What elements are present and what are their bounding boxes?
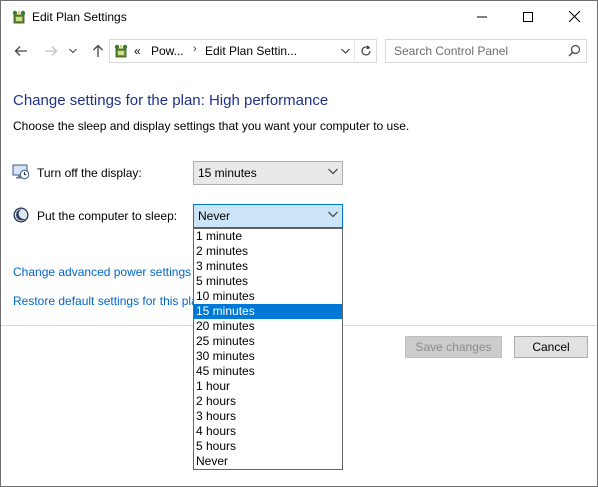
- breadcrumb-separator[interactable]: ›: [193, 43, 197, 55]
- dropdown-option[interactable]: 10 minutes: [194, 289, 342, 304]
- up-button[interactable]: [88, 41, 108, 61]
- chevron-down-icon: [328, 168, 338, 175]
- title-bar: Edit Plan Settings: [1, 1, 597, 32]
- dropdown-option[interactable]: 25 minutes: [194, 334, 342, 349]
- page-subtitle: Choose the sleep and display settings th…: [13, 119, 410, 133]
- dropdown-option[interactable]: 2 minutes: [194, 244, 342, 259]
- chevron-down-icon: [328, 211, 338, 218]
- address-dropdown-button[interactable]: [336, 40, 354, 62]
- refresh-icon: [361, 45, 371, 56]
- close-icon: [568, 11, 580, 22]
- sleep-timeout-value: Never: [198, 209, 231, 223]
- forward-arrow-icon: [45, 46, 58, 56]
- search-icon[interactable]: [568, 44, 581, 57]
- dropdown-option[interactable]: 1 minute: [194, 229, 342, 244]
- dropdown-option[interactable]: 4 hours: [194, 424, 342, 439]
- cancel-button[interactable]: Cancel: [514, 336, 588, 358]
- navigation-bar: « Pow... › Edit Plan Settin...: [1, 35, 597, 67]
- close-button[interactable]: [551, 1, 597, 32]
- sleep-timeout-label: Put the computer to sleep:: [37, 209, 178, 223]
- maximize-icon: [523, 11, 533, 22]
- maximize-button[interactable]: [505, 1, 551, 32]
- recent-locations-button[interactable]: [66, 41, 80, 61]
- chevron-down-icon: [69, 48, 77, 54]
- dropdown-option[interactable]: 1 hour: [194, 379, 342, 394]
- display-timeout-value: 15 minutes: [198, 166, 257, 180]
- dropdown-option[interactable]: Never: [194, 454, 342, 469]
- address-bar[interactable]: « Pow... › Edit Plan Settin...: [109, 39, 377, 63]
- monitor-clock-icon: [12, 163, 30, 181]
- breadcrumb-power-options[interactable]: Pow...: [151, 44, 184, 58]
- minimize-icon: [477, 16, 487, 17]
- back-arrow-icon: [14, 46, 27, 56]
- page-title: Change settings for the plan: High perfo…: [13, 92, 329, 109]
- save-changes-button[interactable]: Save changes: [405, 336, 502, 358]
- dropdown-option[interactable]: 3 hours: [194, 409, 342, 424]
- search-input[interactable]: [394, 43, 554, 58]
- control-panel-icon: [113, 43, 129, 59]
- up-arrow-icon: [93, 44, 103, 57]
- window: Edit Plan Settings « Pow... › Edit Plan …: [0, 0, 598, 487]
- power-plan-icon: [11, 9, 27, 25]
- refresh-button[interactable]: [354, 40, 377, 62]
- sleep-timeout-select[interactable]: Never: [193, 204, 343, 228]
- chevron-down-icon: [340, 48, 350, 54]
- dropdown-option[interactable]: 2 hours: [194, 394, 342, 409]
- sleep-timeout-dropdown-list: 1 minute 2 minutes 3 minutes 5 minutes 10 mi…: [193, 228, 343, 470]
- dropdown-option[interactable]: 20 minutes: [194, 319, 342, 334]
- dropdown-option[interactable]: 5 minutes: [194, 274, 342, 289]
- dropdown-option[interactable]: 30 minutes: [194, 349, 342, 364]
- display-timeout-label: Turn off the display:: [37, 166, 142, 180]
- minimize-button[interactable]: [459, 1, 505, 32]
- breadcrumb-edit-plan-settings[interactable]: Edit Plan Settin...: [205, 44, 297, 58]
- restore-defaults-link[interactable]: Restore default settings for this pla: [13, 294, 198, 308]
- back-button[interactable]: [11, 41, 31, 61]
- dropdown-option[interactable]: 3 minutes: [194, 259, 342, 274]
- window-title: Edit Plan Settings: [32, 10, 127, 24]
- display-timeout-select[interactable]: 15 minutes: [193, 161, 343, 185]
- moon-icon: [12, 206, 30, 224]
- advanced-power-settings-link[interactable]: Change advanced power settings: [13, 265, 191, 279]
- dropdown-option[interactable]: 15 minutes: [194, 304, 342, 319]
- forward-button[interactable]: [41, 41, 61, 61]
- dropdown-option[interactable]: 45 minutes: [194, 364, 342, 379]
- search-box[interactable]: [385, 39, 587, 63]
- dropdown-option[interactable]: 5 hours: [194, 439, 342, 454]
- breadcrumb-overflow[interactable]: «: [134, 44, 141, 58]
